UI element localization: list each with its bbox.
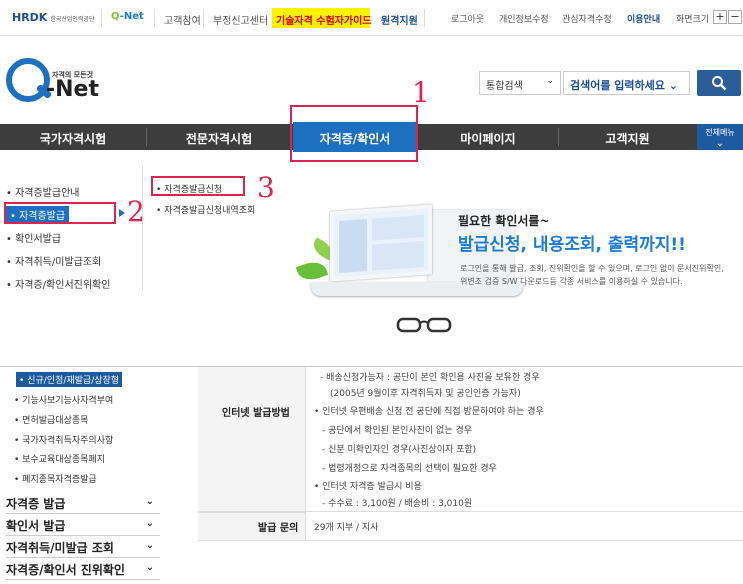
search-button[interactable] (697, 70, 741, 96)
qnet-mini-logo[interactable]: Q-Net (111, 11, 144, 22)
lnb-confirm-issue[interactable]: 확인서 발급 ⌄ (6, 514, 160, 536)
gnb-mypage[interactable]: 마이페이지 (418, 124, 558, 150)
banner-desc-line: 위변조 검증 S/W 다운로드등 각종 서비스를 이용하실 수 있습니다. (460, 277, 683, 286)
lnb-sub-item[interactable]: • 면허발급대상종목 (14, 413, 88, 426)
chevron-down-icon: ⌄ (145, 540, 154, 551)
lnb-sub-label: 폐지종목자격증발급 (22, 475, 97, 485)
chevron-down-icon: ⌄ (145, 496, 154, 507)
annotation-box-1 (290, 105, 418, 162)
lnb-sub-label: 보수교육대상종목폐지 (22, 455, 105, 465)
link-edit-interest[interactable]: 관심자격수정 (562, 12, 612, 25)
menu-acquisition-query[interactable]: • 자격취득/미발급조회 (6, 253, 101, 268)
zoom-in-button[interactable]: + (713, 10, 727, 24)
divider (203, 9, 204, 27)
lnb-sub-item[interactable]: • 폐지종목자격증발급 (14, 472, 97, 485)
glasses-icon (396, 317, 452, 333)
lnb-sub-new-issue[interactable]: • 신규/인정/재발급/상장형 (16, 372, 123, 387)
lnb-main-label: 확인서 발급 (6, 519, 66, 533)
chevron-down-icon: ⌄ (145, 518, 154, 529)
all-menu-button[interactable]: 전체메뉴 ⌄ (697, 124, 743, 150)
menu-label: 자격증발급신청내역조회 (164, 206, 256, 216)
link-examinee-guide[interactable]: 기술자격 수험자가이드 (272, 8, 371, 28)
all-menu-label: 전체메뉴 (705, 128, 735, 137)
divider (424, 9, 425, 27)
lnb-main-label: 자격취득/미발급 조회 (6, 541, 114, 555)
laptop-screen-illustration (330, 204, 432, 282)
menu-label: 자격증/확인서진위확인 (15, 280, 111, 291)
search-scope-select[interactable]: 통합검색 ⌄ (479, 71, 561, 95)
chevron-down-icon: ⌄ (715, 138, 725, 149)
gnb-professional-exam[interactable]: 전문자격시험 (146, 124, 292, 150)
table-text: - 법령개정으로 자격종목의 선택이 필요한 경우 (322, 464, 497, 474)
link-usage-guide[interactable]: 이용안내 (627, 12, 660, 25)
menu-label: 자격취득/미발급조회 (15, 257, 102, 268)
link-logout[interactable]: 로그아웃 (451, 12, 484, 25)
banner-headline: 발급신청, 내용조회, 출력까지!! (458, 235, 686, 255)
lnb-sub-item[interactable]: • 국가자격취득자주의사항 (14, 433, 113, 446)
table-text: - 신분 미확인자인 경우(사진상이자 포함) (322, 445, 477, 455)
menu-authenticity[interactable]: • 자격증/확인서진위확인 (6, 276, 110, 291)
lnb-main-label: 자격증/확인서 진위확인 (6, 563, 125, 577)
banner-description: 로그인을 통해 발급, 조회, 진위확인을 할 수 있으며, 로그인 없이 문서… (460, 262, 724, 288)
search-icon (712, 76, 727, 91)
qnet-mini-q: Q (111, 11, 120, 22)
chevron-down-icon: ⌄ (546, 76, 554, 86)
hrdk-logo[interactable]: HRDK 한국산업인력공단 (12, 11, 95, 24)
annotation-number-3: 3 (257, 171, 275, 204)
link-edit-profile[interactable]: 개인정보수정 (499, 12, 549, 25)
table-text: • 인터넷 우편배송 신청 전 공단에 직접 방문하여야 하는 경우 (314, 407, 544, 417)
divider (154, 9, 155, 27)
banner-desc-line: 로그인을 통해 발급, 조회, 진위확인을 할 수 있으며, 로그인 없이 문서… (460, 264, 724, 273)
row-divider (198, 540, 743, 541)
lnb-acquisition-query[interactable]: 자격취득/미발급 조회 ⌄ (6, 536, 160, 558)
search-scope-value: 통합검색 (486, 81, 523, 92)
qnet-mini-net: -Net (119, 11, 144, 22)
logo-name[interactable]: -Net (46, 77, 99, 102)
lnb-sub-label: 기능사보기능사자격부여 (22, 396, 114, 406)
annotation-box-2 (4, 202, 116, 224)
annotation-number-1: 1 (412, 76, 430, 109)
arrow-right-icon (119, 209, 125, 217)
lnb-sub-item[interactable]: • 보수교육대상종목폐지 (14, 452, 105, 465)
lnb-sub-label: 신규/인정/재발급/상장형 (27, 376, 120, 386)
menu-cert-apply-history[interactable]: • 자격증발급신청내역조회 (156, 203, 255, 216)
column-divider (142, 166, 143, 290)
table-header-cell (198, 367, 306, 511)
label-screen-size: 화면크기 (676, 15, 710, 25)
row-divider (198, 511, 743, 512)
lnb-sub-label: 면허발급대상종목 (22, 416, 89, 426)
menu-label: 자격증발급안내 (15, 188, 80, 199)
gnb-customer-support[interactable]: 고객지원 (558, 124, 697, 150)
lnb-authenticity[interactable]: 자격증/확인서 진위확인 ⌄ (6, 558, 160, 580)
table-text: - 수수료 : 3,100원 / 배송비 : 3,010원 (322, 499, 473, 509)
annotation-number-2: 2 (127, 195, 145, 228)
table-text: - 배송신청가능자 : 공단이 본인 확인용 사진을 보유한 경우 (320, 373, 540, 383)
menu-cert-guide[interactable]: • 자격증발급안내 (6, 184, 79, 199)
menu-confirm-issue[interactable]: • 확인서발급 (6, 230, 61, 245)
lnb-main-label: 자격증 발급 (6, 497, 66, 511)
row-header-inquiry: 발급 문의 (258, 523, 299, 534)
link-report-center[interactable]: 부정신고센터 (213, 12, 268, 27)
search-input[interactable]: 검색어를 입력하세요 ⌄ (563, 71, 690, 95)
link-remote-support[interactable]: 원격지원 (381, 12, 418, 27)
banner-title: 필요한 확인서를~ (458, 214, 550, 228)
link-customer-participation[interactable]: 고객참여 (164, 12, 201, 27)
table-text: 29개 지부 / 지사 (314, 523, 379, 533)
table-text: - 공단에서 확인된 본인사진이 없는 경우 (322, 426, 473, 436)
hrdk-logo-sub: 한국산업인력공단 (50, 16, 95, 23)
gnb-national-exam[interactable]: 국가자격시험 (0, 124, 146, 150)
menu-label: 확인서발급 (15, 234, 62, 245)
annotation-box-3 (151, 176, 245, 196)
hrdk-logo-text: HRDK (12, 11, 48, 24)
row-header-internet-method: 인터넷 발급방법 (222, 408, 290, 419)
lnb-sub-item[interactable]: • 기능사보기능사자격부여 (14, 393, 113, 406)
divider (101, 9, 102, 27)
chevron-down-icon: ⌄ (145, 562, 154, 573)
search-placeholder: 검색어를 입력하세요 (570, 79, 665, 92)
lnb-sub-label: 국가자격취득자주의사항 (22, 436, 114, 446)
table-text: (2005년 9월이후 자격취득자 및 공인인증 가능자) (330, 389, 521, 399)
lnb-cert-issue[interactable]: 자격증 발급 ⌄ (6, 492, 160, 514)
zoom-out-button[interactable]: − (728, 10, 742, 24)
table-text: • 인터넷 자격증 발급시 비용 (314, 482, 422, 492)
